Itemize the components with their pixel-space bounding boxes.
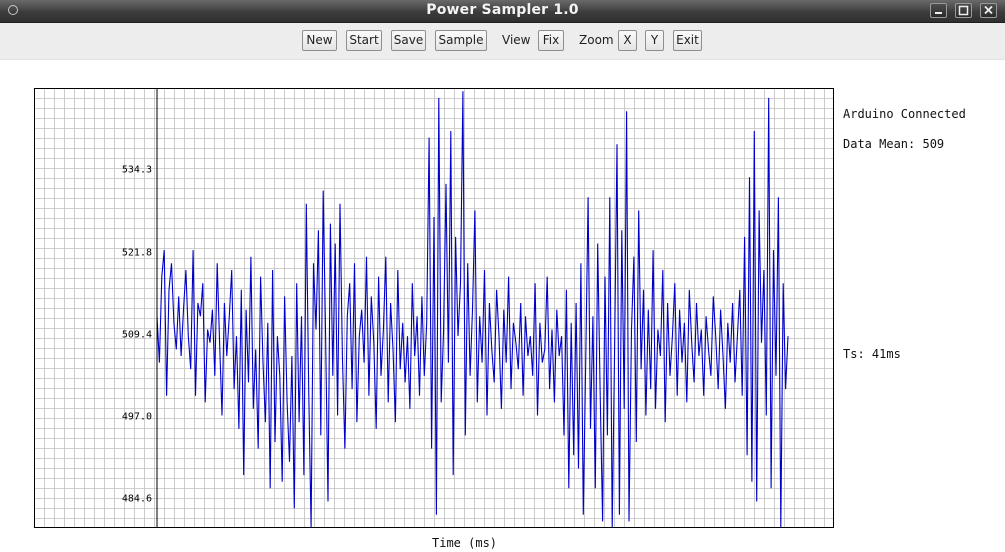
y-tick-label: 484.6	[122, 494, 152, 505]
connection-status: Arduino Connected	[843, 107, 966, 121]
app-window: Power Sampler 1.0 New Start Save Sample …	[0, 0, 1005, 552]
maximize-button[interactable]	[955, 3, 972, 18]
view-label: View	[502, 33, 531, 47]
x-axis-label: Time (ms)	[432, 536, 498, 550]
sample-button[interactable]: Sample	[435, 30, 487, 51]
data-mean-readout: Data Mean: 509	[843, 137, 945, 151]
exit-button[interactable]: Exit	[673, 30, 702, 51]
window-title: Power Sampler 1.0	[426, 2, 579, 18]
y-tick-label: 497.0	[122, 412, 152, 423]
power-trace-line	[156, 91, 789, 528]
maximize-icon	[958, 5, 969, 16]
toolbar: New Start Save Sample View Fix Zoom X Y …	[0, 23, 1005, 60]
y-tick-label: 521.8	[122, 247, 152, 258]
fix-button[interactable]: Fix	[538, 30, 564, 51]
start-button[interactable]: Start	[346, 30, 382, 51]
y-tick-labels: 534.3 521.8 509.4 497.0 484.6	[122, 165, 152, 505]
close-icon	[984, 5, 993, 15]
title-bar: Power Sampler 1.0	[0, 0, 1005, 23]
zoom-label: Zoom	[579, 33, 614, 47]
new-button[interactable]: New	[302, 30, 337, 51]
sample-period-readout: Ts: 41ms	[843, 347, 901, 361]
minimize-icon	[935, 12, 942, 14]
power-plot: 534.3 521.8 509.4 497.0 484.6	[34, 88, 834, 528]
save-button[interactable]: Save	[391, 30, 426, 51]
y-tick-label: 534.3	[122, 165, 152, 176]
close-button[interactable]	[980, 3, 997, 18]
minimize-button[interactable]	[930, 3, 947, 18]
zoom-y-button[interactable]: Y	[645, 30, 664, 51]
zoom-x-button[interactable]: X	[618, 30, 637, 51]
y-tick-label: 509.4	[122, 329, 152, 340]
